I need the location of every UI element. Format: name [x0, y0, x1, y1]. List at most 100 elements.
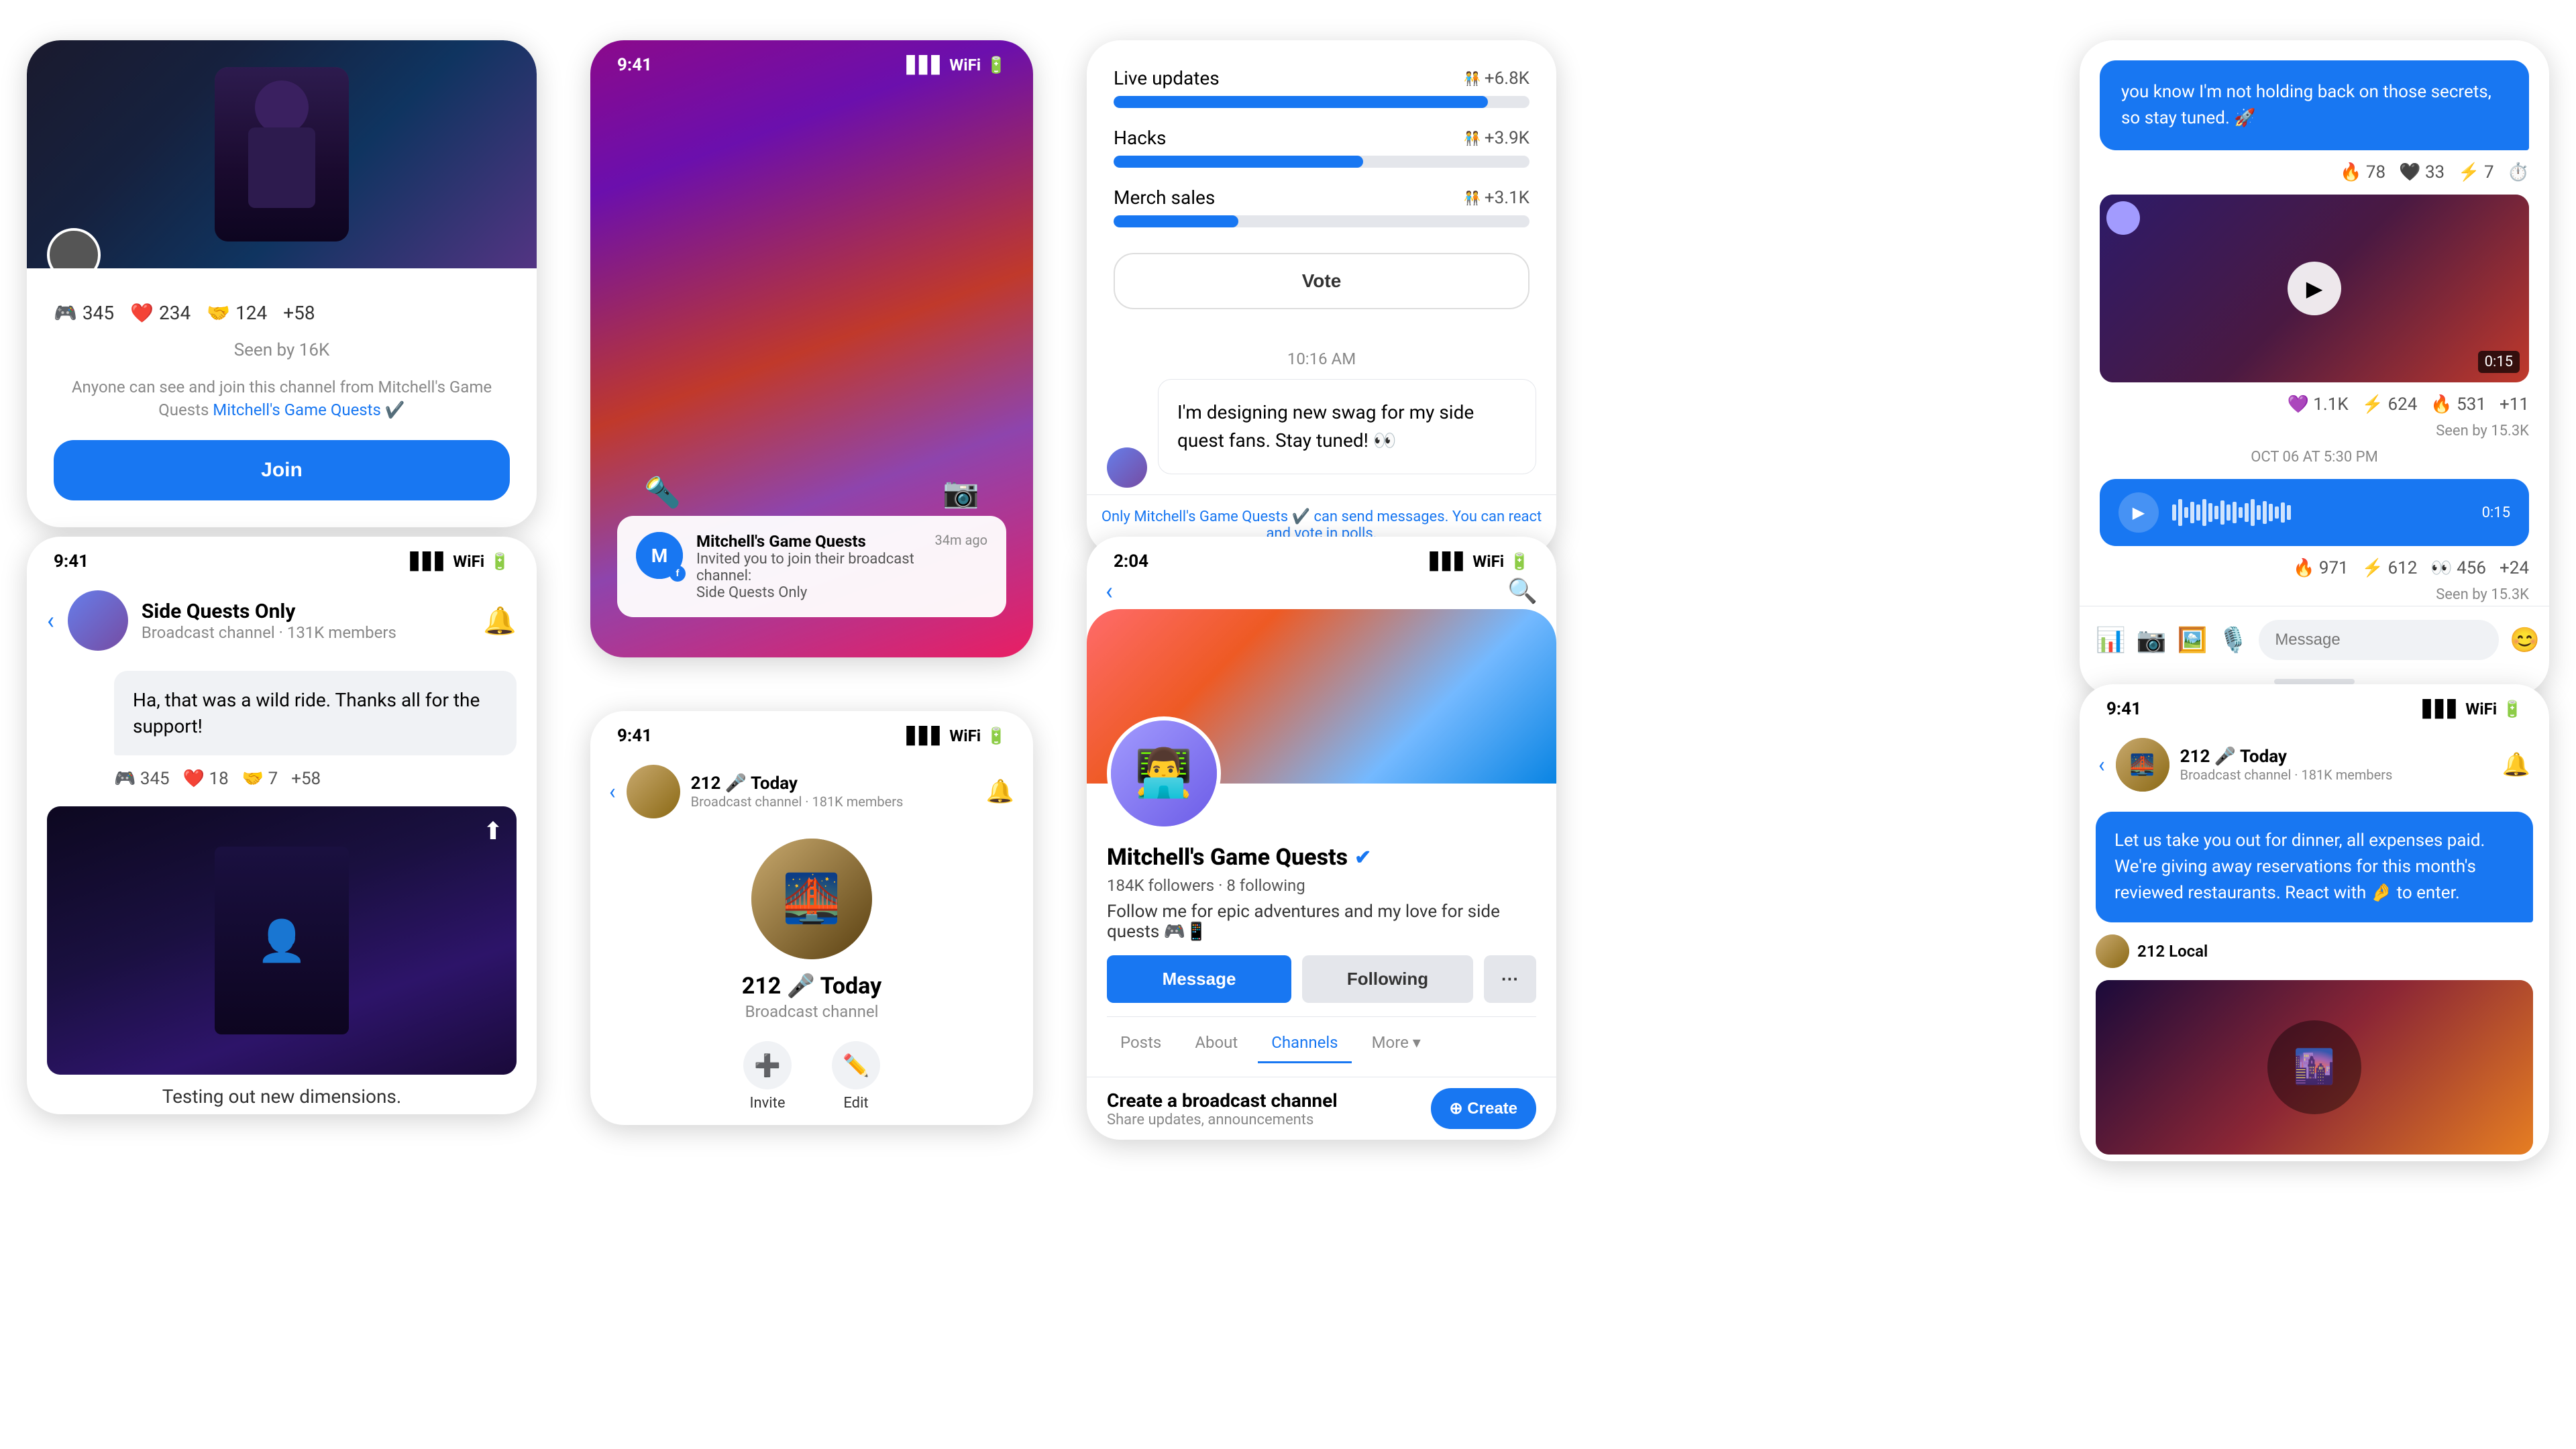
cover-silhouette — [215, 67, 349, 241]
chat-thread-card: you know I'm not holding back on those s… — [2080, 40, 2549, 695]
tab-channels[interactable]: Channels — [1258, 1024, 1351, 1063]
message-reactions-2: 💜 1.1K ⚡ 624 🔥 531 +11 — [2080, 389, 2549, 420]
search-button[interactable]: 🔍 — [1507, 577, 1538, 605]
reaction-gamepad: 🎮 345 — [54, 302, 114, 324]
channel-header: ‹ 🌉 212 🎤 Today Broadcast channel · 181K… — [2080, 724, 2549, 798]
message-reactions: 🎮 345 ❤️ 18 🤝 7 +58 — [27, 762, 537, 796]
broadcast-message: Let us take you out for dinner, all expe… — [2096, 812, 2533, 922]
channel-avatar: 🌉 — [2116, 738, 2169, 792]
signal-icon: ▋▋▋ — [411, 552, 447, 571]
profile-tabs: Posts About Channels More ▾ — [1107, 1016, 1536, 1063]
notification-bell[interactable]: 🔔 — [986, 778, 1014, 805]
profile-cover: 👨‍💻 — [1087, 609, 1556, 784]
channel-actions: ➕ Invite ✏️ Edit — [590, 1034, 1033, 1125]
message-input[interactable] — [2259, 620, 2499, 660]
message-timestamp: 10:16 AM — [1087, 336, 1556, 379]
camera-icon[interactable]: 📷 — [2137, 626, 2167, 654]
channel-type-label: Broadcast channel — [590, 1002, 1033, 1034]
verified-check: ✔️ — [1292, 508, 1310, 525]
two-twelve-chat-card: 9:41 ▋▋▋ WiFi 🔋 ‹ 🌉 212 🎤 Today Broadcas… — [2080, 684, 2549, 1161]
status-bar: 9:41 ▋▋▋ WiFi 🔋 — [590, 40, 1033, 80]
battery-icon: 🔋 — [1509, 552, 1529, 571]
tab-about[interactable]: About — [1181, 1024, 1251, 1063]
audio-waveform — [2172, 499, 2469, 526]
invite-action[interactable]: ➕ Invite — [743, 1041, 792, 1112]
back-button[interactable]: ‹ — [609, 779, 616, 804]
channel-info: 212 🎤 Today Broadcast channel · 181K mem… — [2180, 747, 2393, 783]
status-icons: ▋▋▋ WiFi 🔋 — [1430, 552, 1529, 571]
reaction-heart: ❤️ 234 — [130, 302, 191, 324]
channel-owner-avatar — [47, 228, 101, 268]
message-sender: 212 Local — [2080, 929, 2549, 973]
message-sender-avatar — [1107, 447, 1147, 488]
poll-bar-fill — [1114, 96, 1488, 108]
back-button[interactable]: ‹ — [1106, 577, 1113, 605]
camera-controls: 🔦 📷 — [590, 475, 1033, 510]
battery-icon: 🔋 — [490, 552, 510, 571]
battery-icon: 🔋 — [986, 727, 1006, 745]
play-button[interactable]: ▶ — [2288, 262, 2341, 315]
audio-reactions: 🔥 971 ⚡ 612 👀 456 +24 — [2080, 553, 2549, 584]
notification-popup[interactable]: M f Mitchell's Game Quests Invited you t… — [617, 516, 1006, 617]
channel-notice-text: Anyone can see and join this channel fro… — [27, 371, 537, 427]
vote-button[interactable]: Vote — [1114, 253, 1529, 309]
emoji-icon[interactable]: 😊 — [2510, 626, 2540, 654]
back-button[interactable]: ‹ — [2098, 752, 2105, 777]
outgoing-message: you know I'm not holding back on those s… — [2100, 60, 2529, 150]
edit-action[interactable]: ✏️ Edit — [832, 1041, 880, 1112]
back-button[interactable]: ‹ — [47, 606, 54, 635]
audio-duration: 0:15 — [2482, 504, 2510, 521]
verified-badge: ✔ — [1354, 846, 1371, 869]
reaction-handshake: 🤝 124 — [207, 302, 267, 324]
poll-content: Live updates 🧑‍🤝‍🧑 +6.8K Hacks 🧑‍🤝‍🧑 +3.… — [1087, 40, 1556, 336]
status-bar: 9:41 ▋▋▋ WiFi 🔋 — [27, 537, 537, 577]
join-button[interactable]: Join — [54, 440, 510, 500]
mic-icon[interactable]: 🎙️ — [2218, 626, 2248, 654]
status-bar: 2:04 ▋▋▋ WiFi 🔋 — [1087, 537, 1556, 577]
notification-bell[interactable]: 🔔 — [483, 605, 517, 637]
status-icons: ▋▋▋ WiFi 🔋 — [907, 56, 1006, 74]
battery-icon: 🔋 — [2502, 700, 2522, 718]
bar-chart-icon[interactable]: 📊 — [2096, 626, 2126, 654]
battery-icon: 🔋 — [986, 56, 1006, 74]
seen-label-2: Seen by 15.3K — [2080, 584, 2549, 606]
channel-join-card: 🎮 345 ❤️ 234 🤝 124 +58 Seen by 16K Anyon… — [27, 40, 537, 527]
channel-cover-image — [27, 40, 537, 268]
wifi-icon: WiFi — [949, 56, 981, 74]
poll-option-3: Merch sales 🧑‍🤝‍🧑 +3.1K — [1114, 186, 1529, 227]
message-button[interactable]: Message — [1107, 955, 1291, 1003]
share-icon[interactable]: ⬆ — [483, 817, 503, 845]
profile-actions: Message Following ··· — [1107, 955, 1536, 1003]
video-thumbnail: ▶ 0:15 — [2100, 195, 2529, 382]
channel-big-avatar-container: 🌉 — [590, 825, 1033, 966]
video-duration: 0:15 — [2478, 351, 2520, 373]
following-button[interactable]: Following — [1302, 955, 1473, 1003]
message-content: I'm designing new swag for my side quest… — [1158, 379, 1536, 474]
poll-message-card: Live updates 🧑‍🤝‍🧑 +6.8K Hacks 🧑‍🤝‍🧑 +3.… — [1087, 40, 1556, 555]
notification-bell[interactable]: 🔔 — [2502, 751, 2530, 778]
channel-header: ‹ 212 🎤 Today Broadcast channel · 181K m… — [590, 751, 1033, 825]
flashlight-icon[interactable]: 🔦 — [644, 475, 681, 510]
camera-icon[interactable]: 📷 — [943, 475, 979, 510]
wifi-icon: WiFi — [453, 552, 484, 571]
invite-icon: ➕ — [743, 1041, 792, 1089]
edit-icon: ✏️ — [832, 1041, 880, 1089]
seen-label: Seen by 15.3K — [2080, 420, 2549, 442]
message-bubble: Ha, that was a wild ride. Thanks all for… — [114, 671, 517, 755]
create-channel-info: Create a broadcast channel Share updates… — [1107, 1089, 1338, 1128]
poll-bar-track-3 — [1114, 215, 1529, 227]
tab-more[interactable]: More ▾ — [1358, 1024, 1434, 1063]
side-quests-broadcast-card: 9:41 ▋▋▋ WiFi 🔋 ‹ Side Quests Only Broad… — [27, 537, 537, 1114]
poll-bar-track-2 — [1114, 156, 1529, 168]
signal-icon: ▋▋▋ — [2423, 700, 2460, 718]
tab-posts[interactable]: Posts — [1107, 1024, 1175, 1063]
create-channel-button[interactable]: ⊕ Create — [1431, 1088, 1536, 1129]
more-button[interactable]: ··· — [1484, 955, 1536, 1003]
audio-play-button[interactable]: ▶ — [2118, 492, 2159, 533]
facebook-badge: f — [669, 566, 686, 582]
poll-bar-track — [1114, 96, 1529, 108]
profile-stats: 184K followers · 8 following — [1107, 876, 1536, 895]
photo-icon[interactable]: 🖼️ — [2178, 626, 2208, 654]
seen-count: Seen by 16K — [27, 335, 537, 371]
wifi-icon: WiFi — [949, 727, 981, 745]
